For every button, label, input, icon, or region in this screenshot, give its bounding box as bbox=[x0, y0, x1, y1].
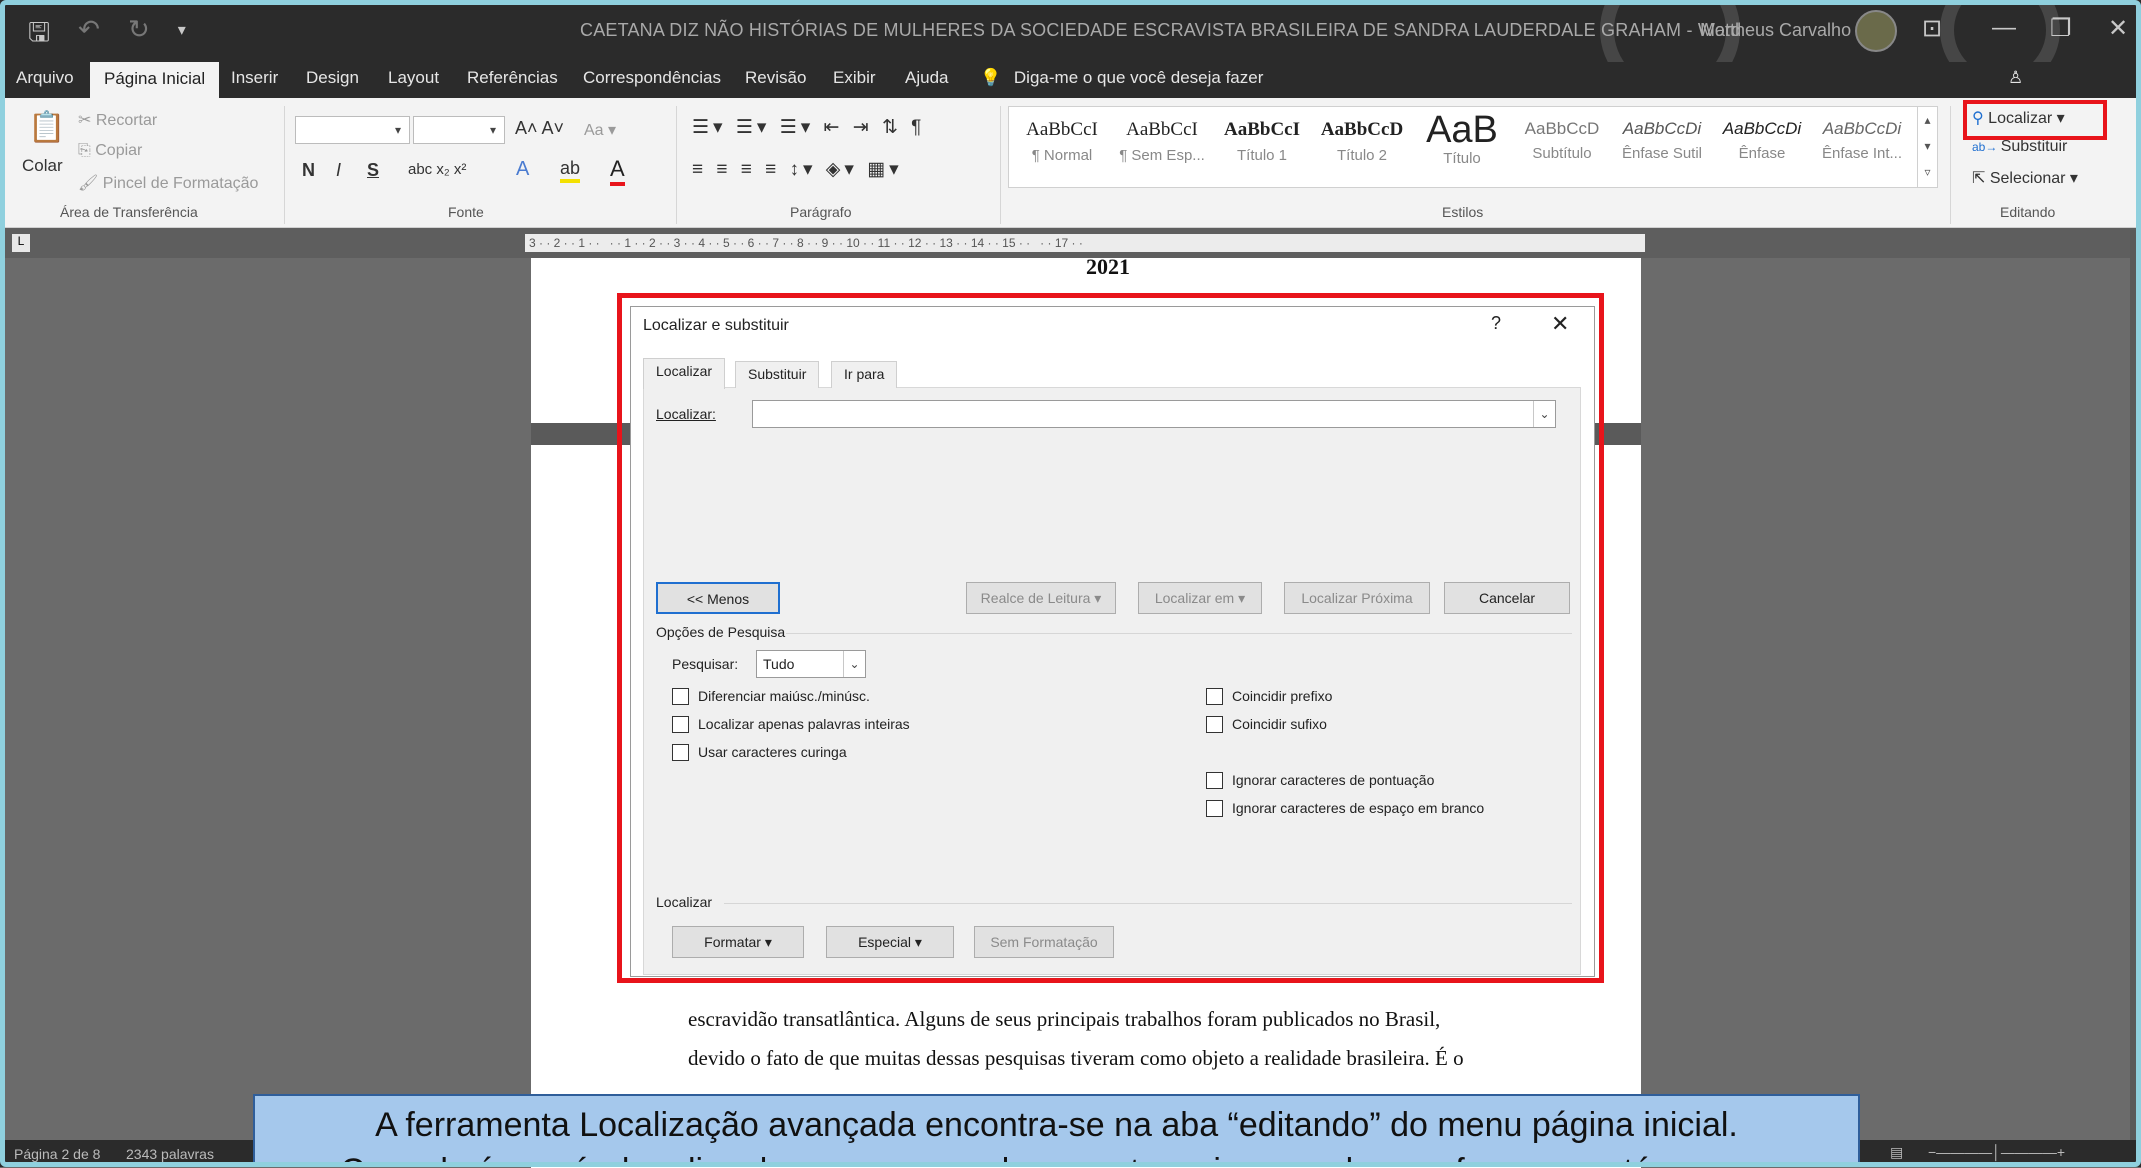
brush-icon: 🖌 bbox=[78, 175, 103, 192]
italic-button[interactable]: I bbox=[336, 160, 341, 181]
dialog-highlight-box bbox=[617, 293, 1604, 983]
paste-button[interactable]: Colar bbox=[22, 156, 63, 176]
clipboard-icon: 📋 bbox=[28, 111, 66, 144]
style-subtle-emphasis[interactable]: AaBbCcDi Ênfase Sutil bbox=[1613, 113, 1711, 183]
font-size-combo[interactable]: ▾ bbox=[413, 116, 505, 144]
cut-button[interactable]: ✂ Recortar bbox=[78, 110, 157, 130]
redo-icon[interactable]: ↻ bbox=[128, 14, 150, 58]
font-name-combo[interactable]: ▾ bbox=[295, 116, 410, 144]
tab-design[interactable]: Design bbox=[306, 68, 359, 88]
zoom-slider[interactable]: −————│————+ bbox=[1928, 1144, 2065, 1160]
tab-selector[interactable]: L bbox=[12, 234, 30, 252]
tab-inserir[interactable]: Inserir bbox=[231, 68, 278, 88]
avatar[interactable] bbox=[1855, 10, 1897, 52]
font-group-label: Fonte bbox=[448, 204, 484, 220]
paragraph-group-label: Parágrafo bbox=[790, 204, 852, 220]
underline-button[interactable]: S bbox=[367, 160, 379, 181]
style-subtitle[interactable]: AaBbCcD Subtítulo bbox=[1513, 113, 1611, 183]
divider bbox=[676, 106, 677, 224]
grow-font-icon[interactable]: A˄ A˅ bbox=[515, 118, 564, 139]
document-line: devido o fato de que muitas dessas pesqu… bbox=[688, 1046, 1464, 1070]
user-name[interactable]: Mattheus Carvalho bbox=[1700, 20, 1851, 41]
document-year: 2021 bbox=[1086, 254, 1130, 279]
cursor-icon: ⇱ bbox=[1972, 170, 1990, 187]
list-icons[interactable]: ☰▾ ☰▾ ☰▾ ⇤ ⇥ ⇅ ¶ bbox=[692, 116, 925, 139]
divider bbox=[284, 106, 285, 224]
quick-access-toolbar: 🖫 ↶ ↻ ▾ bbox=[28, 14, 186, 58]
copy-icon: ⎘ bbox=[78, 142, 96, 159]
text-effects-icon[interactable]: A bbox=[516, 158, 529, 181]
document-title: CAETANA DIZ NÃO HISTÓRIAS DE MULHERES DA… bbox=[580, 20, 1742, 40]
ribbon-display-icon[interactable]: ⊡ bbox=[1922, 14, 1942, 43]
caption-line-2: Com ela é possível realizar buscas em um… bbox=[255, 1152, 1858, 1165]
close-icon[interactable]: ✕ bbox=[2108, 14, 2128, 43]
chevron-down-icon: ▾ bbox=[489, 123, 497, 137]
styles-scroll[interactable]: ▴ ▾ ▿ bbox=[1917, 107, 1937, 187]
tell-me-text: Diga-me o que você deseja fazer bbox=[1013, 68, 1264, 87]
divider bbox=[1950, 106, 1951, 224]
find-highlight-box bbox=[1963, 100, 2107, 140]
change-case-icon[interactable]: Aa ▾ bbox=[584, 120, 616, 140]
replace-icon: ab→ bbox=[1972, 140, 2001, 154]
font-color-icon[interactable]: A bbox=[610, 156, 625, 186]
share-icon[interactable]: ♙ bbox=[2008, 68, 2023, 88]
scissors-icon: ✂ bbox=[78, 112, 96, 129]
divider bbox=[1000, 106, 1001, 224]
chevron-down-icon: ▾ bbox=[394, 123, 402, 137]
copy-button[interactable]: ⎘ Copiar bbox=[78, 142, 142, 160]
tab-referencias[interactable]: Referências bbox=[467, 68, 558, 88]
horizontal-ruler[interactable]: 3 · · 2 · · 1 · · · · 1 · · 2 · · 3 · · … bbox=[525, 234, 1645, 252]
chevron-down-icon: ▾ bbox=[2065, 170, 2078, 187]
save-icon[interactable]: 🖫 bbox=[28, 14, 50, 58]
replace-button[interactable]: ab→ Substituir bbox=[1972, 138, 2067, 156]
style-emphasis[interactable]: AaBbCcDi Ênfase bbox=[1713, 113, 1811, 183]
style-intense-emphasis[interactable]: AaBbCcDi Ênfase Int... bbox=[1813, 113, 1911, 183]
view-layout-icon[interactable]: ▤ bbox=[1890, 1144, 1903, 1161]
undo-icon[interactable]: ↶ bbox=[78, 14, 100, 58]
style-no-spacing[interactable]: AaBbCcI ¶ Sem Esp... bbox=[1113, 113, 1211, 183]
title-bar: 🖫 ↶ ↻ ▾ CAETANA DIZ NÃO HISTÓRIAS DE MUL… bbox=[0, 0, 2141, 100]
highlight-color-icon[interactable]: ab bbox=[560, 158, 581, 183]
clipboard-group-label: Área de Transferência bbox=[60, 204, 198, 220]
bold-button[interactable]: N bbox=[302, 160, 315, 181]
restore-icon[interactable]: ❐ bbox=[2050, 14, 2072, 43]
style-title[interactable]: AaB Título bbox=[1413, 109, 1511, 183]
styles-group-label: Estilos bbox=[1442, 204, 1484, 220]
tutorial-caption: A ferramenta Localização avançada encont… bbox=[253, 1094, 1860, 1167]
page-count[interactable]: Página 2 de 8 bbox=[14, 1146, 100, 1162]
word-count[interactable]: 2343 palavras bbox=[126, 1146, 214, 1162]
menu-bar: Arquivo Página Inicial Inserir Design La… bbox=[0, 62, 2141, 98]
tell-me-box[interactable]: 💡 Diga-me o que você deseja fazer bbox=[980, 68, 1263, 88]
tab-arquivo[interactable]: Arquivo bbox=[16, 68, 74, 88]
tab-layout[interactable]: Layout bbox=[388, 68, 439, 88]
style-heading-2[interactable]: AaBbCcD Título 2 bbox=[1313, 113, 1411, 183]
ruler-area: L 3 · · 2 · · 1 · · · · 1 · · 2 · · 3 · … bbox=[0, 228, 2141, 258]
tab-exibir[interactable]: Exibir bbox=[833, 68, 876, 88]
minimize-icon[interactable]: — bbox=[1992, 14, 2016, 42]
editing-group-label: Editando bbox=[2000, 204, 2056, 220]
alignment-icons[interactable]: ≡ ≡ ≡ ≡ ↕▾ ◈▾ ▦▾ bbox=[692, 158, 903, 181]
customize-qat-icon[interactable]: ▾ bbox=[178, 14, 186, 58]
tab-revisao[interactable]: Revisão bbox=[745, 68, 806, 88]
tab-ajuda[interactable]: Ajuda bbox=[905, 68, 948, 88]
styles-gallery: AaBbCcI ¶ Normal AaBbCcI ¶ Sem Esp... AaBb… bbox=[1008, 106, 1938, 188]
caption-line-1: A ferramenta Localização avançada encont… bbox=[375, 1106, 1738, 1144]
select-button[interactable]: ⇱ Selecionar ▾ bbox=[1972, 168, 2078, 188]
vertical-scrollbar[interactable] bbox=[2130, 230, 2141, 1140]
font-effects-icons[interactable]: abc x₂ x² bbox=[408, 161, 466, 178]
ribbon: Colar 📋 ✂ Recortar ⎘ Copiar 🖌 Pincel de … bbox=[0, 98, 2141, 228]
format-painter-button[interactable]: 🖌 Pincel de Formatação bbox=[78, 173, 258, 193]
document-line: escravidão transatlântica. Alguns de seu… bbox=[688, 1007, 1441, 1031]
lightbulb-icon: 💡 bbox=[980, 68, 1002, 87]
tab-pagina-inicial[interactable]: Página Inicial bbox=[90, 62, 220, 98]
tab-correspondencias[interactable]: Correspondências bbox=[583, 68, 721, 88]
style-heading-1[interactable]: AaBbCcI Título 1 bbox=[1213, 113, 1311, 183]
style-normal[interactable]: AaBbCcI ¶ Normal bbox=[1013, 113, 1111, 183]
